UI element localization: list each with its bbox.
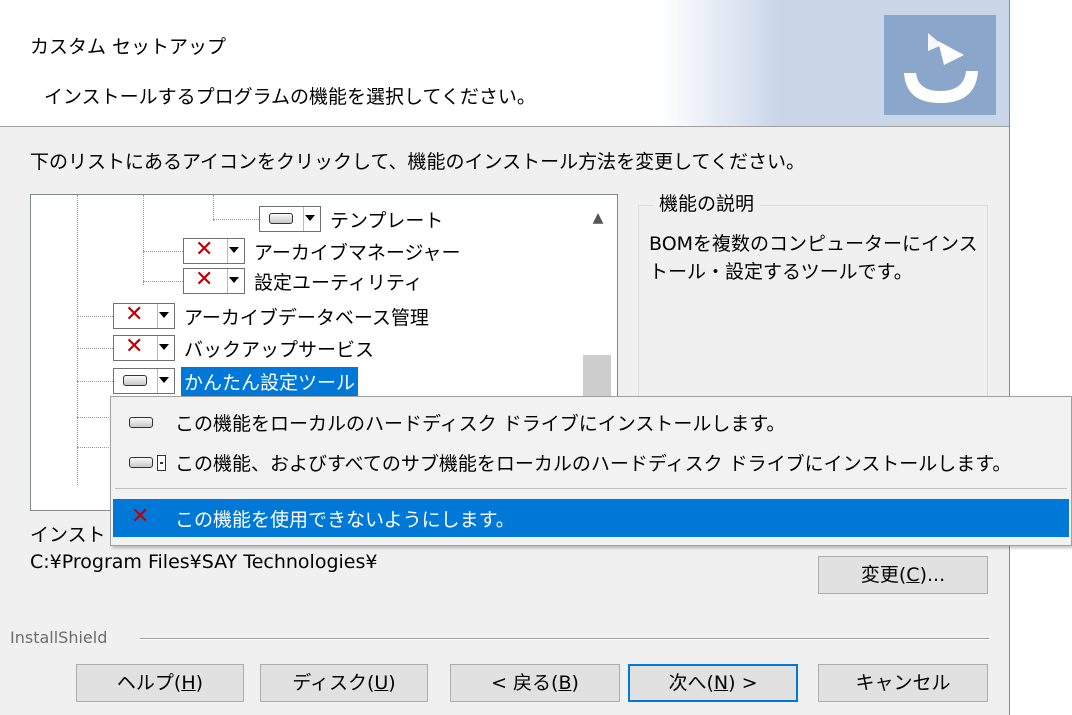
unavailable-x-icon: ✕	[125, 334, 144, 359]
help-button[interactable]: ヘルプ(H)	[76, 664, 244, 702]
drive-icon	[269, 213, 293, 224]
install-dir-path: C:¥Program Files¥SAY Technologies¥	[30, 551, 378, 573]
tree-connector	[77, 381, 113, 382]
unavailable-x-icon: ✕	[195, 267, 214, 292]
tree-connector	[143, 195, 144, 285]
dialog-header: カスタム セットアップ インストールするプログラムの機能を選択してください。	[0, 0, 1009, 127]
tree-item-backup-service[interactable]: ✕ バックアップサービス	[113, 332, 377, 364]
page-subtitle: インストールするプログラムの機能を選択してください。	[44, 86, 536, 108]
tree-connector	[213, 195, 214, 221]
chevron-down-icon	[229, 247, 239, 253]
menu-item-install-local[interactable]: この機能をローカルのハードディスク ドライブにインストールします。	[113, 403, 1069, 441]
feature-state-button[interactable]: ✕	[183, 265, 245, 297]
tree-connector	[143, 251, 183, 252]
tree-item-template[interactable]: テンプレート	[259, 203, 446, 235]
instruction-text: 下のリストにあるアイコンをクリックして、機能のインストール方法を変更してください…	[30, 151, 806, 173]
brand-divider: InstallShield	[0, 628, 1009, 648]
back-button[interactable]: < 戻る(B)	[450, 664, 620, 702]
unavailable-x-icon: ✕	[125, 302, 144, 327]
menu-item-label: この機能をローカルのハードディスク ドライブにインストールします。	[175, 412, 786, 435]
tree-connector	[77, 348, 113, 349]
tree-item-easy-setup-tool[interactable]: かんたん設定ツール	[113, 365, 359, 397]
brand-label: InstallShield	[10, 628, 114, 647]
drive-with-subfeatures-icon	[113, 443, 175, 481]
menu-item-install-all-subfeatures[interactable]: この機能、およびすべてのサブ機能をローカルのハードディスク ドライブにインストー…	[113, 443, 1069, 481]
tree-connector	[77, 316, 113, 317]
chevron-down-icon	[305, 215, 315, 221]
tree-connector	[213, 219, 259, 220]
tree-item-label: テンプレート	[330, 209, 444, 232]
scroll-up-icon[interactable]: ▲	[583, 203, 613, 233]
change-button[interactable]: 変更(C)...	[818, 556, 988, 594]
tree-connector	[77, 417, 113, 418]
tree-connector	[77, 447, 113, 448]
feature-state-button[interactable]: ✕	[183, 235, 245, 267]
chevron-down-icon	[159, 344, 169, 350]
feature-state-button[interactable]	[113, 365, 175, 397]
chevron-down-icon	[159, 312, 169, 318]
feature-description-legend: 機能の説明	[653, 189, 761, 216]
disk-button[interactable]: ディスク(U)	[260, 664, 428, 702]
feature-state-button[interactable]	[259, 203, 321, 235]
feature-description-text: BOMを複数のコンピューターにインストール・設定するツールです。	[649, 233, 978, 283]
unavailable-x-icon: ✕	[131, 504, 150, 529]
tree-connector	[77, 195, 78, 485]
menu-item-label: この機能を使用できないようにします。	[175, 508, 515, 531]
menu-item-label: この機能、およびすべてのサブ機能をローカルのハードディスク ドライブにインストー…	[175, 452, 1012, 475]
menu-separator	[115, 488, 1067, 489]
unavailable-x-icon: ✕	[195, 237, 214, 262]
installer-logo-icon	[884, 15, 996, 115]
setup-dialog: カスタム セットアップ インストールするプログラムの機能を選択してください。 下…	[0, 0, 1010, 715]
cancel-button[interactable]: キャンセル	[818, 664, 988, 702]
tree-item-archive-manager[interactable]: ✕ アーカイブマネージャー	[183, 235, 464, 267]
install-dir-label: インスト	[30, 524, 106, 546]
tree-item-label-selected: かんたん設定ツール	[181, 366, 359, 396]
tree-item-label: 設定ユーティリティ	[254, 271, 423, 294]
feature-state-menu: この機能をローカルのハードディスク ドライブにインストールします。 この機能、お…	[110, 396, 1072, 546]
tree-item-label: バックアップサービス	[184, 338, 375, 361]
drive-icon	[113, 403, 175, 441]
chevron-down-icon	[159, 377, 169, 383]
tree-item-settings-utility[interactable]: ✕ 設定ユーティリティ	[183, 265, 426, 297]
tree-item-label: アーカイブデータベース管理	[184, 306, 429, 329]
feature-state-button[interactable]: ✕	[113, 300, 175, 332]
tree-connector	[143, 281, 183, 282]
drive-icon	[123, 375, 147, 386]
page-title: カスタム セットアップ	[30, 36, 227, 58]
scrollbar-thumb[interactable]	[583, 355, 611, 397]
tree-item-label: アーカイブマネージャー	[254, 241, 461, 264]
chevron-down-icon	[229, 277, 239, 283]
menu-item-make-unavailable[interactable]: ✕ この機能を使用できないようにします。	[113, 499, 1069, 537]
next-button[interactable]: 次へ(N) >	[628, 664, 798, 702]
feature-state-button[interactable]: ✕	[113, 332, 175, 364]
tree-item-archive-db[interactable]: ✕ アーカイブデータベース管理	[113, 300, 432, 332]
